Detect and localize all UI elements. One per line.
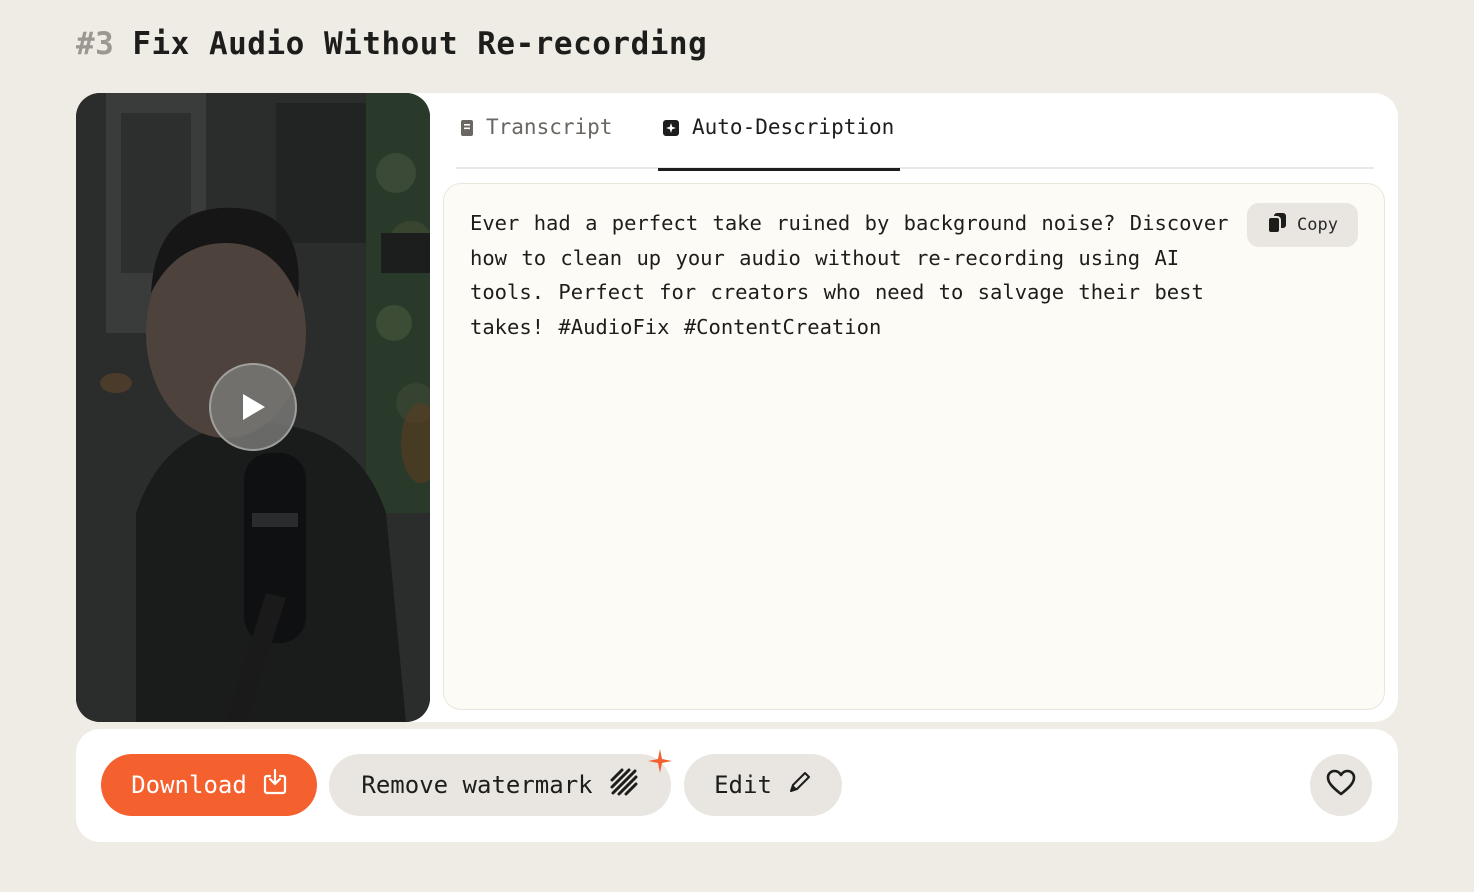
watermark-stripes-icon: [609, 767, 639, 803]
page-title: #3 Fix Audio Without Re-recording: [76, 26, 707, 62]
document-icon: [460, 119, 474, 137]
play-button[interactable]: [209, 363, 297, 451]
tab-auto-description[interactable]: Auto-Description: [657, 115, 901, 171]
tab-label: Transcript: [486, 115, 613, 139]
download-icon: [263, 768, 287, 801]
copy-icon: [1267, 212, 1287, 239]
clip-card: Transcript Auto-Description Ever had a p…: [76, 93, 1398, 722]
action-bar: Download Remove watermark Edit: [76, 729, 1398, 842]
edit-label: Edit: [714, 771, 772, 799]
remove-watermark-label: Remove watermark: [361, 771, 593, 799]
edit-button[interactable]: Edit: [684, 754, 842, 816]
clip-title: Fix Audio Without Re-recording: [132, 26, 708, 62]
clip-number: #3: [76, 26, 115, 62]
sparkle-square-icon: [662, 119, 680, 137]
video-thumbnail[interactable]: [76, 93, 430, 722]
copy-label: Copy: [1297, 215, 1338, 235]
copy-button[interactable]: Copy: [1247, 203, 1358, 247]
tab-label: Auto-Description: [692, 115, 895, 139]
heart-icon: [1326, 769, 1356, 801]
remove-watermark-button[interactable]: Remove watermark: [329, 749, 672, 816]
tab-transcript[interactable]: Transcript: [460, 115, 612, 169]
play-icon: [243, 394, 265, 420]
download-label: Download: [131, 771, 247, 799]
favorite-button[interactable]: [1310, 754, 1372, 816]
description-text: Ever had a perfect take ruined by backgr…: [470, 211, 1229, 339]
pencil-icon: [788, 770, 812, 800]
tab-bar: Transcript Auto-Description: [456, 93, 1374, 171]
sparkle-icon: [647, 748, 673, 780]
download-button[interactable]: Download: [101, 754, 317, 816]
description-panel: Ever had a perfect take ruined by backgr…: [443, 183, 1385, 710]
